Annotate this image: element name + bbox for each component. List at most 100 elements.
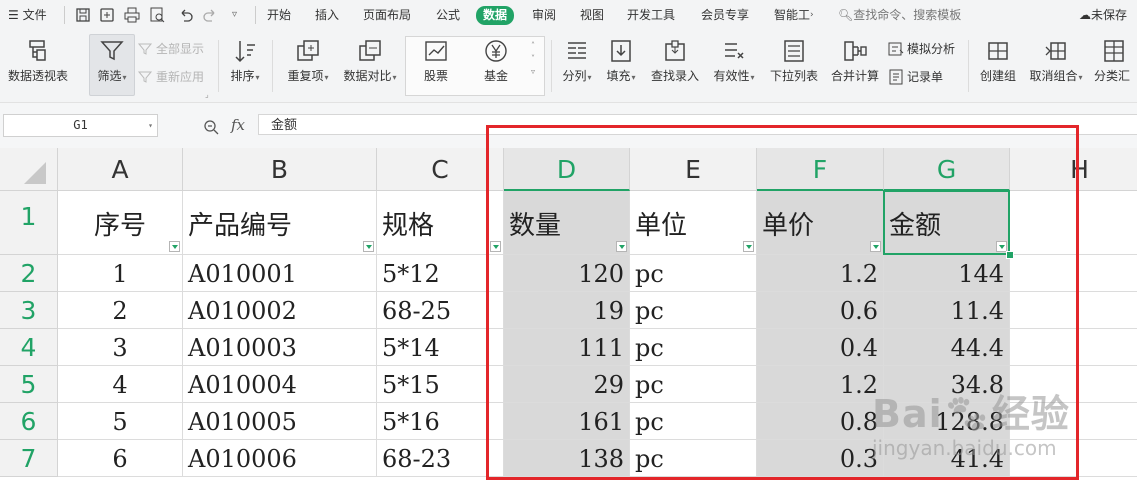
cell-c3[interactable]: 68-25 [377, 292, 504, 329]
header-cell-a[interactable]: 序号 [58, 191, 183, 255]
pivot-table-button[interactable]: 数据透视表 [6, 36, 70, 94]
formula-input[interactable]: 金额 [258, 114, 1137, 135]
cell-g6[interactable]: 128.8 [884, 403, 1010, 440]
funds-button[interactable]: 基金 [470, 36, 522, 94]
export-icon[interactable] [99, 7, 115, 23]
redo-icon[interactable] [202, 7, 218, 23]
cell-b3[interactable]: A010002 [183, 292, 377, 329]
row-header-6[interactable]: 6 [0, 403, 58, 440]
tab-home[interactable]: 开始 [267, 0, 291, 30]
cell-b6[interactable]: A010005 [183, 403, 377, 440]
cell-e4[interactable]: pc [630, 329, 757, 366]
fill-handle[interactable] [1006, 251, 1014, 259]
show-all-button[interactable]: 全部显示 [137, 39, 204, 59]
row-header-2[interactable]: 2 [0, 255, 58, 292]
row-header-7[interactable]: 7 [0, 440, 58, 477]
cell-g5[interactable]: 34.8 [884, 366, 1010, 403]
subtotal-button[interactable]: 分类汇 [1094, 36, 1137, 94]
cell-d6[interactable]: 161 [504, 403, 630, 440]
stocks-button[interactable]: 股票 [410, 36, 462, 94]
lookup-entry-button[interactable]: 查找录入 [648, 36, 702, 94]
cell-a4[interactable]: 3 [58, 329, 183, 366]
select-all-corner[interactable] [0, 148, 58, 191]
cell-a2[interactable]: 1 [58, 255, 183, 292]
duplicates-button[interactable]: 重复项▾ [280, 36, 336, 94]
tab-smart-tools[interactable]: 智能工 [774, 0, 810, 30]
cell-h6[interactable] [1010, 403, 1137, 440]
header-cell-f[interactable]: 单价 [757, 191, 884, 255]
header-cell-g[interactable]: 金额 [884, 191, 1010, 255]
cell-h2[interactable] [1010, 255, 1137, 292]
header-cell-e[interactable]: 单位 [630, 191, 757, 255]
cell-f7[interactable]: 0.3 [757, 440, 884, 477]
cell-b4[interactable]: A010003 [183, 329, 377, 366]
reapply-button[interactable]: 重新应用 [137, 67, 204, 87]
cell-h4[interactable] [1010, 329, 1137, 366]
cell-g7[interactable]: 41.4 [884, 440, 1010, 477]
cell-e3[interactable]: pc [630, 292, 757, 329]
cell-d2[interactable]: 120 [504, 255, 630, 292]
cell-c7[interactable]: 68-23 [377, 440, 504, 477]
cell-h1[interactable] [1010, 191, 1137, 255]
fx-icon[interactable]: fx [231, 116, 245, 134]
cell-a3[interactable]: 2 [58, 292, 183, 329]
cell-b2[interactable]: A010001 [183, 255, 377, 292]
cell-g4[interactable]: 44.4 [884, 329, 1010, 366]
cell-a7[interactable]: 6 [58, 440, 183, 477]
tab-page-layout[interactable]: 页面布局 [363, 0, 411, 30]
cell-a5[interactable]: 4 [58, 366, 183, 403]
column-header-e[interactable]: E [630, 148, 757, 191]
cell-c5[interactable]: 5*15 [377, 366, 504, 403]
row-header-1[interactable]: 1 [0, 191, 58, 255]
cell-c4[interactable]: 5*14 [377, 329, 504, 366]
column-header-d[interactable]: D [504, 148, 630, 191]
header-cell-c[interactable]: 规格 [377, 191, 504, 255]
cell-e7[interactable]: pc [630, 440, 757, 477]
cell-e6[interactable]: pc [630, 403, 757, 440]
record-form-button[interactable]: 记录单 [888, 67, 943, 87]
column-header-h[interactable]: H [1010, 148, 1137, 191]
cell-d7[interactable]: 138 [504, 440, 630, 477]
sort-button[interactable]: 排序▾ [226, 36, 264, 94]
quick-access-more-icon[interactable]: ▿ [232, 0, 237, 30]
launcher-icon[interactable]: ⌟ [205, 90, 209, 99]
zoom-search-icon[interactable] [204, 120, 219, 139]
header-cell-b[interactable]: 产品编号 [183, 191, 377, 255]
cell-b5[interactable]: A010004 [183, 366, 377, 403]
row-header-5[interactable]: 5 [0, 366, 58, 403]
cell-f3[interactable]: 0.6 [757, 292, 884, 329]
filter-dropdown-icon[interactable] [870, 241, 881, 252]
tab-developer[interactable]: 开发工具 [627, 0, 675, 30]
cell-e5[interactable]: pc [630, 366, 757, 403]
cell-c6[interactable]: 5*16 [377, 403, 504, 440]
cloud-status[interactable]: ☁︎未保存 [1079, 0, 1127, 30]
cell-e2[interactable]: pc [630, 255, 757, 292]
filter-dropdown-icon[interactable] [169, 241, 180, 252]
command-search[interactable]: 🔍︎查找命令、搜索模板 [838, 0, 961, 30]
filter-dropdown-icon[interactable] [490, 241, 501, 252]
cell-g2[interactable]: 144 [884, 255, 1010, 292]
header-cell-d[interactable]: 数量 [504, 191, 630, 255]
data-compare-button[interactable]: 数据对比▾ [339, 36, 401, 94]
save-icon[interactable] [75, 7, 91, 23]
column-header-f[interactable]: F [757, 148, 884, 191]
column-header-g[interactable]: G [884, 148, 1010, 191]
undo-icon[interactable] [178, 7, 194, 23]
simulate-analysis-button[interactable]: 模拟分析 [888, 39, 955, 59]
cell-d5[interactable]: 29 [504, 366, 630, 403]
name-box-dropdown-icon[interactable]: ▾ [148, 115, 153, 136]
cell-h5[interactable] [1010, 366, 1137, 403]
row-header-3[interactable]: 3 [0, 292, 58, 329]
cell-c2[interactable]: 5*12 [377, 255, 504, 292]
cell-f6[interactable]: 0.8 [757, 403, 884, 440]
consolidate-button[interactable]: 合并计算 [828, 36, 882, 94]
cell-a6[interactable]: 5 [58, 403, 183, 440]
file-menu[interactable]: ☰ 文件 [8, 0, 47, 30]
cell-h7[interactable] [1010, 440, 1137, 477]
filter-dropdown-icon[interactable] [616, 241, 627, 252]
filter-dropdown-icon[interactable] [743, 241, 754, 252]
tabs-scroll-right-icon[interactable]: › [810, 0, 814, 30]
cell-h3[interactable] [1010, 292, 1137, 329]
fill-button[interactable]: 填充▾ [602, 36, 640, 94]
create-group-button[interactable]: 创建组 [976, 36, 1020, 94]
